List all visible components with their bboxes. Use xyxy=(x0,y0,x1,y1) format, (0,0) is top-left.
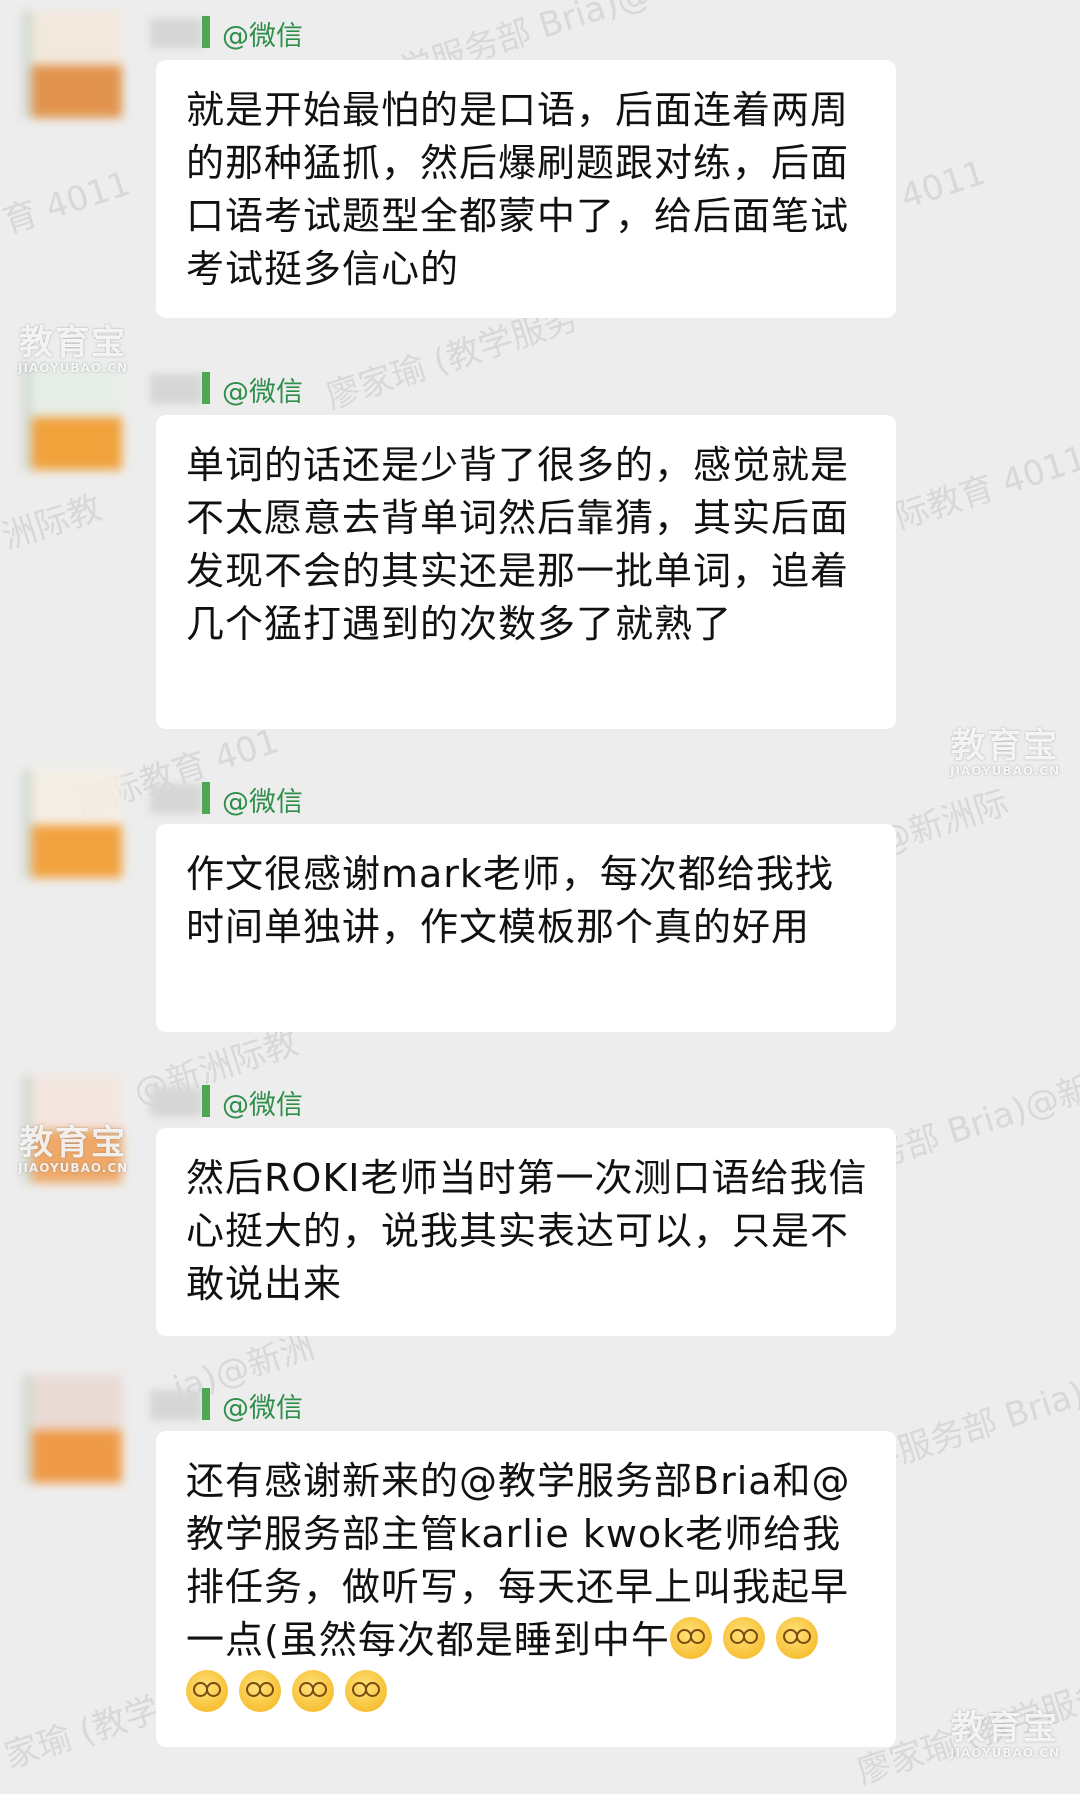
message-bubble[interactable]: 然后ROKI老师当时第一次测口语给我信心挺大的，说我其实表达可以，只是不敢说出来 xyxy=(156,1128,896,1336)
blurred-name xyxy=(150,18,202,48)
dizzy-face-emoji xyxy=(775,1617,818,1659)
message-bubble[interactable]: 作文很感谢mark老师，每次都给我找时间单独讲，作文模板那个真的好用 xyxy=(156,824,896,1032)
message-text: 就是开始最怕的是口语，后面连着两周的那种猛抓，然后爆刷题跟对练，后面口语考试题型… xyxy=(186,88,850,291)
sender-handle: @微信 xyxy=(222,787,303,818)
message-text: 单词的话还是少背了很多的，感觉就是不太愿意去背单词然后靠猜，其实后面发现不会的其… xyxy=(186,443,850,646)
dizzy-face-emoji xyxy=(669,1617,712,1659)
avatar[interactable] xyxy=(22,10,130,118)
dizzy-face-emoji xyxy=(345,1670,387,1712)
watermark-text: 洲际教 xyxy=(0,488,107,558)
watermark-text: 际教育 4011 xyxy=(889,438,1080,538)
watermark-logo: 教育宝 JIAOYUBAO.CN xyxy=(18,323,129,375)
sender-handle: @微信 xyxy=(222,377,303,408)
watermark-logo: 教育宝 JIAOYUBAO.CN xyxy=(950,726,1061,778)
name-marker xyxy=(202,372,210,404)
message-bubble[interactable]: 还有感谢新来的@教学服务部Bria和@教学服务部主管karlie kwok老师给… xyxy=(156,1431,896,1747)
message-bubble[interactable]: 就是开始最怕的是口语，后面连着两周的那种猛抓，然后爆刷题跟对练，后面口语考试题型… xyxy=(156,60,896,318)
name-marker xyxy=(202,16,210,48)
blurred-name xyxy=(150,374,202,404)
blurred-name xyxy=(150,1390,202,1420)
avatar[interactable] xyxy=(22,362,130,470)
blurred-name xyxy=(150,1087,202,1117)
avatar[interactable] xyxy=(22,1375,130,1483)
sender-handle: @微信 xyxy=(222,1090,303,1121)
avatar[interactable] xyxy=(22,770,130,878)
dizzy-face-emoji xyxy=(722,1617,765,1659)
dizzy-face-emoji xyxy=(186,1670,228,1712)
sender-handle: @微信 xyxy=(222,21,303,52)
watermark-logo: 教育宝 JIAOYUBAO.CN xyxy=(18,1123,129,1175)
blurred-name xyxy=(150,784,202,814)
watermark-logo: 教育宝 JIAOYUBAO.CN xyxy=(950,1708,1061,1760)
message-bubble[interactable]: 单词的话还是少背了很多的，感觉就是不太愿意去背单词然后靠猜，其实后面发现不会的其… xyxy=(156,415,896,729)
watermark-text: 育 4011 xyxy=(0,163,136,243)
sender-handle: @微信 xyxy=(222,1393,303,1424)
message-text: 然后ROKI老师当时第一次测口语给我信心挺大的，说我其实表达可以，只是不敢说出来 xyxy=(186,1156,868,1306)
message-text: 作文很感谢mark老师，每次都给我找时间单独讲，作文模板那个真的好用 xyxy=(186,852,834,949)
watermark-text: 4011 xyxy=(895,152,991,218)
name-marker xyxy=(202,1085,210,1117)
name-marker xyxy=(202,1388,210,1420)
dizzy-face-emoji xyxy=(292,1670,334,1712)
name-marker xyxy=(202,782,210,814)
dizzy-face-emoji xyxy=(239,1670,281,1712)
